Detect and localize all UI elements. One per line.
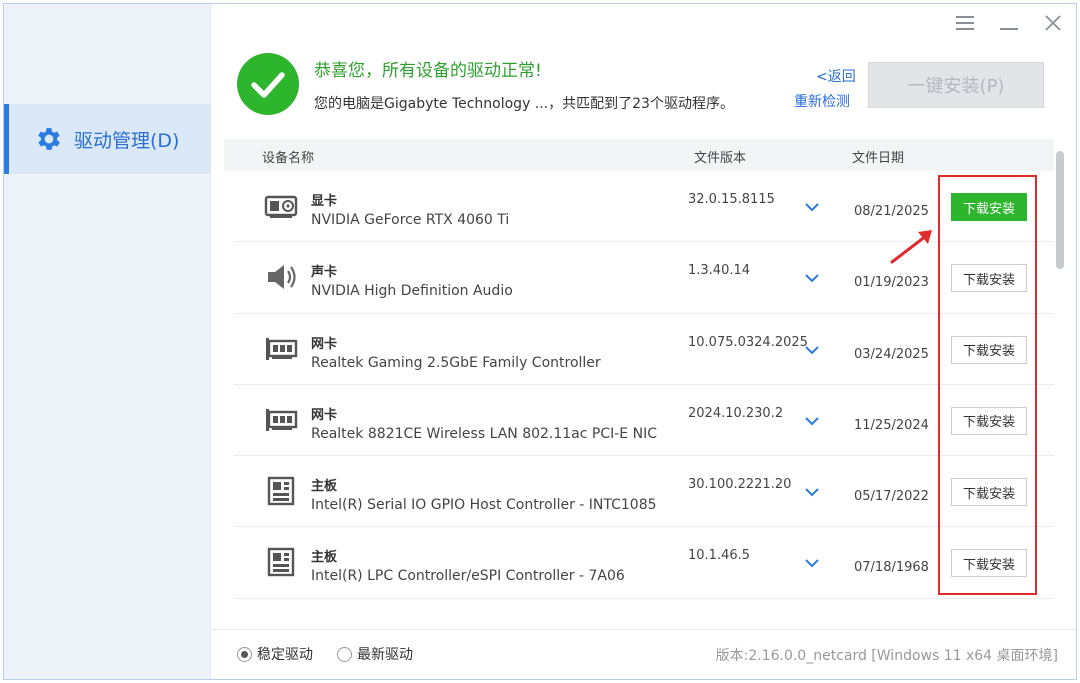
file-version: 10.1.46.5 — [688, 548, 751, 564]
file-date: 01/19/2023 — [854, 275, 929, 291]
device-category: 显卡 — [311, 194, 338, 209]
table-header: 设备名称 文件版本 文件日期 — [224, 139, 1054, 171]
minimize-icon — [1000, 28, 1018, 30]
device-name: Intel(R) Serial IO GPIO Host Controller … — [311, 497, 657, 514]
device-category: 网卡 — [311, 336, 338, 352]
main-panel: 恭喜您，所有设备的驱动正常! 您的电脑是Gigabyte Technology … — [212, 4, 1076, 679]
device-name: Intel(R) LPC Controller/eSPI Controller … — [311, 568, 625, 585]
download-install-button[interactable]: 下载安装 — [951, 264, 1027, 293]
file-date: 03/24/2025 — [854, 346, 929, 362]
file-version: 30.100.2221.20 — [688, 477, 792, 493]
file-date: 11/25/2024 — [854, 417, 929, 433]
file-version: 2024.10.230.2 — [688, 405, 784, 421]
chevron-down-icon[interactable] — [804, 415, 820, 427]
device-name: NVIDIA GeForce RTX 4060 Ti — [311, 212, 510, 228]
red-arrow-icon — [890, 230, 932, 264]
file-date: 05/17/2022 — [854, 489, 929, 505]
one-click-install-button[interactable]: 一键安装(P) — [868, 62, 1044, 108]
footer: 稳定驱动 最新驱动 版本:2.16.0.0_netcard [Windows 1… — [212, 629, 1076, 679]
back-link[interactable]: <返回 — [816, 66, 856, 86]
sidebar-item-driver-management[interactable]: 驱动管理(D) — [4, 104, 211, 174]
minimize-button[interactable] — [996, 10, 1022, 36]
chevron-down-icon[interactable] — [804, 272, 820, 284]
download-install-button[interactable]: 下载安装 — [951, 478, 1027, 507]
column-header-file-date: 文件日期 — [852, 151, 905, 166]
status-title: 恭喜您，所有设备的驱动正常! — [314, 61, 542, 81]
table-row: 主板 Intel(R) LPC Controller/eSPI Controll… — [234, 527, 1054, 599]
radio-label: 稳定驱动 — [257, 647, 313, 663]
file-version: 32.0.15.8115 — [688, 192, 775, 207]
driver-manager-window: 驱动管理(D) 恭喜您，所有设备的驱动正常! 您的电脑是Gigabyte Tec… — [3, 3, 1077, 680]
column-header-file-version: 文件版本 — [694, 151, 747, 166]
device-category: 网卡 — [311, 407, 338, 423]
version-info: 版本:2.16.0.0_netcard [Windows 11 x64 桌面环境… — [715, 648, 1058, 664]
close-icon — [1045, 15, 1061, 31]
close-button[interactable] — [1040, 10, 1066, 36]
gear-icon — [38, 128, 60, 150]
chevron-down-icon[interactable] — [804, 201, 820, 213]
radio-dot-icon — [237, 646, 252, 662]
scrollbar[interactable] — [1054, 139, 1066, 599]
radio-latest-driver[interactable]: 最新驱动 — [337, 644, 413, 664]
radio-dot-icon — [337, 646, 352, 662]
menu-button[interactable] — [952, 10, 978, 36]
sidebar-item-label: 驱动管理(D) — [74, 129, 180, 152]
file-version: 10.075.0324.2025 — [688, 334, 808, 350]
graphics-card-icon — [264, 195, 298, 218]
hamburger-icon — [956, 16, 974, 30]
network-card-icon — [266, 337, 298, 360]
device-category: 主板 — [311, 479, 338, 495]
column-header-device-name: 设备名称 — [262, 151, 315, 166]
file-date: 07/18/1968 — [854, 560, 929, 576]
table-row: 网卡 Realtek Gaming 2.5GbE Family Controll… — [234, 314, 1054, 385]
motherboard-icon — [267, 548, 295, 577]
chevron-down-icon[interactable] — [804, 557, 820, 569]
sidebar: 驱动管理(D) — [4, 4, 211, 679]
device-name: NVIDIA High Definition Audio — [311, 283, 513, 300]
download-install-button[interactable]: 下载安装 — [951, 335, 1027, 364]
table-row: 主板 Intel(R) Serial IO GPIO Host Controll… — [234, 456, 1054, 528]
chevron-down-icon[interactable] — [804, 486, 820, 498]
network-card-icon — [266, 408, 298, 431]
device-category: 主板 — [311, 550, 338, 566]
scrollbar-thumb[interactable] — [1056, 151, 1064, 269]
chevron-down-icon[interactable] — [804, 344, 820, 356]
file-date: 08/21/2025 — [854, 204, 929, 219]
status-description: 您的电脑是Gigabyte Technology ...，共匹配到了23个驱动程… — [314, 96, 734, 112]
device-category: 声卡 — [311, 265, 338, 281]
device-name: Realtek Gaming 2.5GbE Family Controller — [311, 354, 601, 371]
device-name: Realtek 8821CE Wireless LAN 802.11ac PCI… — [311, 425, 657, 442]
speaker-icon — [268, 265, 296, 290]
window-controls — [952, 10, 1066, 36]
radio-label: 最新驱动 — [357, 647, 413, 663]
download-install-button[interactable]: 下载安装 — [951, 193, 1027, 221]
file-version: 1.3.40.14 — [688, 263, 751, 279]
table-row: 网卡 Realtek 8821CE Wireless LAN 802.11ac … — [234, 385, 1054, 457]
download-install-button[interactable]: 下载安装 — [951, 549, 1027, 578]
driver-type-radio-group: 稳定驱动 最新驱动 — [237, 644, 413, 664]
download-install-button[interactable]: 下载安装 — [951, 406, 1027, 435]
rescan-link[interactable]: 重新检测 — [794, 91, 850, 111]
check-circle-icon — [237, 53, 299, 115]
motherboard-icon — [267, 476, 295, 506]
radio-stable-driver[interactable]: 稳定驱动 — [237, 644, 313, 664]
